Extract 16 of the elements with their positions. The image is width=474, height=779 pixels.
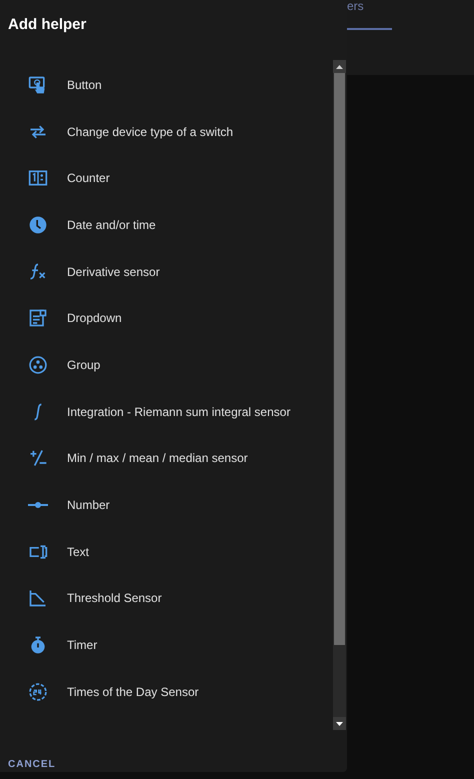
slider-icon: [28, 502, 48, 508]
scroll-down-icon[interactable]: [336, 722, 343, 726]
touch-button-icon: [28, 74, 48, 95]
threshold-chart-icon: [28, 588, 48, 608]
scroll-up-icon[interactable]: [336, 64, 343, 69]
clock-icon: [28, 214, 48, 235]
function-icon: [28, 262, 48, 282]
scrollbar[interactable]: [333, 60, 346, 730]
plus-minus-icon: [28, 448, 48, 468]
dropdown-form-icon: [28, 308, 48, 328]
counter-icon: [28, 168, 48, 188]
dialog-title: Add helper: [7, 15, 88, 35]
group-icon: [28, 354, 48, 375]
cancel-button[interactable]: CANCEL: [8, 759, 56, 770]
tab[interactable]: ers: [347, 0, 392, 30]
clock-24-icon: [28, 682, 48, 702]
